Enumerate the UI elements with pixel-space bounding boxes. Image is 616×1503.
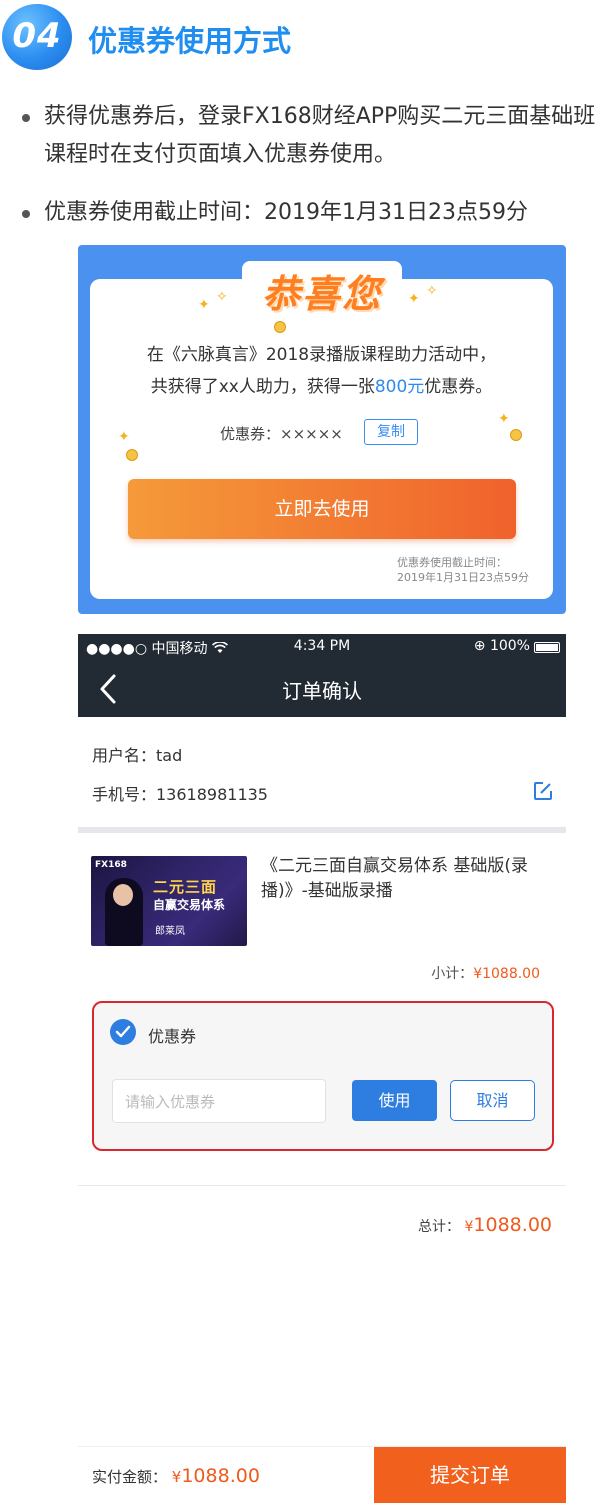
checkout-bar: 实付金额： ¥1088.00 提交订单: [78, 1446, 566, 1503]
coupon-card: ✦ ✧ ✦ ✧ ✦ ✦ 在《六脉真言》2018录播版课程助力活动中， 共获得了x…: [78, 245, 566, 614]
page-title: 订单确认: [282, 679, 362, 703]
coupon-panel: 优惠券 请输入优惠券 使用 取消: [92, 1001, 554, 1151]
status-battery-text: ⊕ 100%: [473, 638, 530, 654]
course-title[interactable]: 《二元三面自赢交易体系 基础版(录播)》-基础版录播: [261, 854, 551, 904]
amount-due-label: 实付金额：: [92, 1468, 168, 1486]
sparkle-icon: ✦: [408, 291, 420, 307]
nav-bar: 订单确认: [78, 660, 566, 717]
use-now-button[interactable]: 立即去使用: [128, 479, 516, 539]
course-logo: FX168: [95, 860, 127, 870]
bullet-text: 优惠券使用截止时间：2019年1月31日23点59分: [44, 200, 528, 225]
amount-due-value: 1088.00: [181, 1465, 260, 1487]
message-text: 优惠券。: [424, 377, 493, 397]
total-label: 总计：: [418, 1219, 461, 1235]
bullet-usage: 获得优惠券后，登录FX168财经APP购买二元三面基础班课程时在支付页面填入优惠…: [20, 98, 610, 174]
coupon-input[interactable]: 请输入优惠券: [112, 1079, 326, 1123]
congrats-message-line2: 共获得了xx人助力，获得一张800元优惠券。: [90, 371, 553, 403]
sparkle-icon: ✦: [498, 411, 510, 427]
coin-icon: [274, 321, 286, 333]
subtotal-label: 小计：: [431, 966, 474, 982]
checkbox-checked-icon[interactable]: [110, 1019, 136, 1045]
congrats-banner: 恭喜您: [242, 257, 402, 316]
instructor-face: [113, 884, 133, 906]
cancel-coupon-button[interactable]: 取消: [450, 1080, 535, 1121]
order-confirm-screen: ●●●●○ 中国移动 4:34 PM ⊕ 100% 订单确认 用户名：tad 手…: [78, 634, 566, 1503]
total-value: 1088.00: [473, 1214, 552, 1236]
apply-coupon-button[interactable]: 使用: [352, 1080, 437, 1121]
expire-note: 优惠券使用截止时间： 2019年1月31日23点59分: [397, 555, 529, 585]
section-number-badge: 04: [2, 4, 72, 70]
sparkle-icon: ✧: [426, 283, 438, 299]
status-bar: ●●●●○ 中国移动 4:34 PM ⊕ 100%: [78, 634, 566, 660]
congrats-message-line1: 在《六脉真言》2018录播版课程助力活动中，: [146, 345, 497, 365]
sparkle-icon: ✦: [198, 297, 210, 313]
order-total: 总计： ¥1088.00: [418, 1214, 552, 1236]
sparkle-icon: ✦: [118, 429, 130, 445]
course-image-subtitle: 自赢交易体系: [153, 898, 226, 912]
battery-icon: [534, 642, 560, 653]
coupon-code: 优惠券：×××××: [220, 425, 343, 443]
username: 用户名：tad: [92, 746, 183, 765]
sparkle-icon: ✧: [216, 289, 228, 305]
submit-order-button[interactable]: 提交订单: [374, 1447, 566, 1503]
phone-number: 手机号：13618981135: [92, 785, 268, 804]
message-text: 共获得了xx人助力，获得一张: [150, 377, 375, 397]
section-header: 04 优惠券使用方式: [0, 0, 616, 80]
course-thumbnail[interactable]: FX168 二元三面 自赢交易体系 郎莱凤: [91, 856, 247, 946]
coupon-card-body: ✦ ✧ ✦ ✧ ✦ ✦ 在《六脉真言》2018录播版课程助力活动中， 共获得了x…: [90, 279, 553, 599]
coupon-label: 优惠券: [148, 1027, 197, 1046]
divider: [78, 1185, 566, 1186]
section-title: 优惠券使用方式: [88, 24, 292, 58]
expire-label: 优惠券使用截止时间：: [397, 556, 507, 569]
bullet-text: 获得优惠券后，登录FX168财经APP购买二元三面基础班课程时在支付页面填入优惠…: [44, 104, 596, 167]
edit-icon[interactable]: [532, 780, 554, 802]
subtotal-value: ¥1088.00: [473, 966, 540, 982]
instructor-name: 郎莱凤: [155, 926, 185, 937]
subtotal: 小计：¥1088.00: [431, 963, 540, 983]
course-image-title: 二元三面: [153, 878, 218, 896]
amount-due-currency: ¥: [171, 1468, 182, 1486]
coupon-amount: 800元: [374, 377, 425, 397]
bullet-deadline: 优惠券使用截止时间：2019年1月31日23点59分: [20, 194, 610, 232]
coin-icon: [510, 429, 522, 441]
congrats-title: 恭喜您: [261, 272, 382, 316]
coin-icon: [126, 449, 138, 461]
copy-button[interactable]: 复制: [364, 419, 418, 445]
expire-date: 2019年1月31日23点59分: [397, 571, 529, 584]
section-divider: [78, 827, 566, 833]
amount-due: 实付金额： ¥1088.00: [92, 1465, 260, 1487]
section-number: 04: [12, 16, 62, 56]
